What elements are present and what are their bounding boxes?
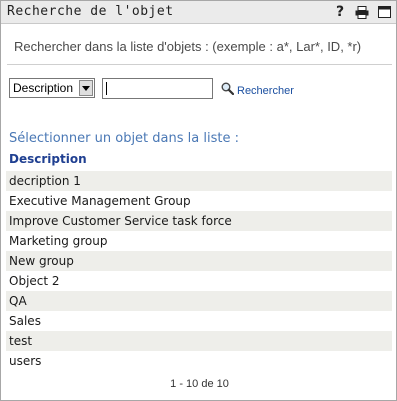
- list-item[interactable]: Executive Management Group: [6, 191, 392, 211]
- results-list: decription 1 Executive Management Group …: [6, 171, 392, 371]
- select-object-prompt: Sélectionner un objet dans la liste :: [9, 131, 239, 146]
- list-item[interactable]: test: [6, 331, 392, 351]
- chevron-down-icon[interactable]: [79, 80, 93, 96]
- list-item[interactable]: New group: [6, 251, 392, 271]
- pagination-status: 1 - 10 de 10: [170, 378, 229, 390]
- print-icon[interactable]: [354, 4, 370, 20]
- search-input[interactable]: [102, 78, 213, 99]
- title-bar-actions: ?: [326, 4, 392, 20]
- list-item[interactable]: QA: [6, 291, 392, 311]
- attribute-select[interactable]: Description: [9, 78, 95, 98]
- maximize-icon[interactable]: [376, 4, 392, 20]
- list-item[interactable]: Improve Customer Service task force: [6, 211, 392, 231]
- search-button-label: Rechercher: [237, 85, 294, 97]
- title-bar: Recherche de l'objet ?: [1, 1, 396, 24]
- divider: [7, 64, 392, 65]
- search-instructions: Rechercher dans la liste d'objets : (exe…: [14, 39, 362, 54]
- list-item[interactable]: users: [6, 351, 392, 371]
- column-header-description: Description: [9, 152, 87, 166]
- list-item[interactable]: decription 1: [6, 171, 392, 191]
- search-button[interactable]: Rechercher: [221, 80, 294, 99]
- help-icon[interactable]: ?: [332, 4, 348, 20]
- text-cursor: [106, 82, 107, 95]
- list-item[interactable]: Object 2: [6, 271, 392, 291]
- list-item[interactable]: Sales: [6, 311, 392, 331]
- magnifier-icon: [221, 80, 235, 99]
- attribute-select-value: Description: [13, 81, 74, 95]
- dialog-title: Recherche de l'objet: [7, 4, 174, 19]
- list-item[interactable]: Marketing group: [6, 231, 392, 251]
- object-search-dialog: Recherche de l'objet ? Rechercher dans l…: [0, 0, 397, 401]
